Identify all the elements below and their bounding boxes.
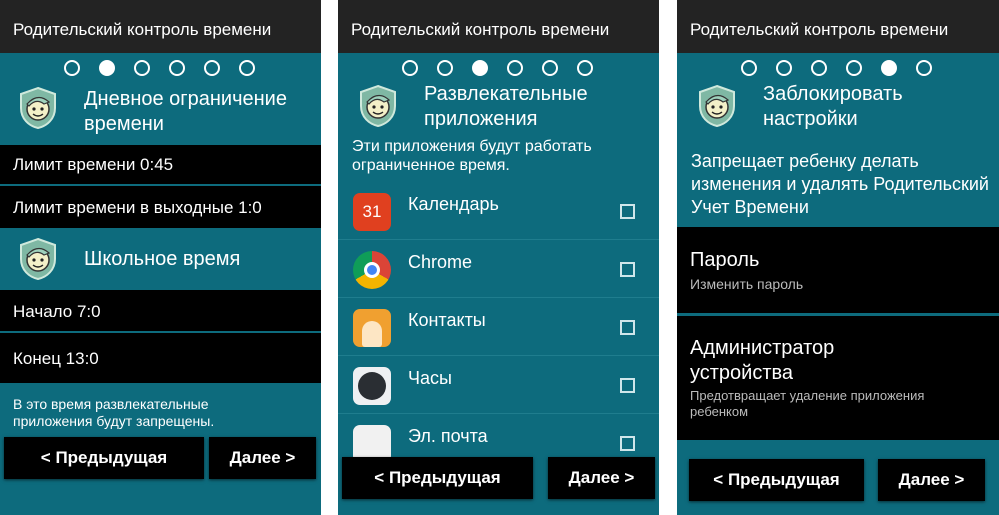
- end-time-row[interactable]: Конец 13:0: [0, 333, 321, 383]
- child-shield-icon: [18, 237, 58, 281]
- section-title: Развлекательные приложения: [424, 83, 588, 130]
- page-indicator: [402, 60, 593, 76]
- child-shield-icon: [18, 86, 58, 130]
- app-title: Родительский контроль времени: [677, 0, 999, 53]
- app-name: Эл. почта: [408, 426, 488, 446]
- app-title: Родительский контроль времени: [0, 0, 321, 53]
- prev-button[interactable]: < Предыдущая: [689, 459, 864, 501]
- password-item[interactable]: Пароль Изменить пароль: [677, 227, 999, 313]
- screen-lock-settings: Родительский контроль времени Заблокиров…: [677, 0, 999, 515]
- prev-button[interactable]: < Предыдущая: [342, 457, 533, 499]
- app-name: Контакты: [408, 310, 486, 330]
- app-name: Часы: [408, 368, 452, 388]
- item-title: Администратор устройства: [690, 337, 835, 384]
- next-button[interactable]: Далее >: [209, 437, 316, 479]
- item-subtitle: Предотвращает удаление приложения ребенк…: [690, 388, 925, 419]
- app-name: Календарь: [408, 194, 499, 214]
- device-admin-item[interactable]: Администратор устройства Предотвращает у…: [677, 316, 999, 440]
- next-button[interactable]: Далее >: [548, 457, 655, 499]
- page-indicator: [741, 60, 932, 76]
- app-item-clock[interactable]: Часы: [338, 356, 659, 414]
- app-item-chrome[interactable]: Chrome: [338, 240, 659, 298]
- checkbox[interactable]: [620, 204, 635, 219]
- section-title: Дневное ограничение времени: [84, 88, 287, 135]
- clock-icon: [353, 367, 391, 405]
- prev-button[interactable]: < Предыдущая: [4, 437, 204, 479]
- description: Запрещает ребенку делать изменения и уда…: [691, 151, 989, 217]
- child-shield-icon: [358, 84, 398, 128]
- app-name: Chrome: [408, 252, 473, 272]
- item-subtitle: Изменить пароль: [690, 276, 804, 292]
- page-indicator: [64, 60, 255, 76]
- app-item-calendar[interactable]: 31 Календарь: [338, 182, 659, 240]
- checkbox[interactable]: [620, 436, 635, 451]
- child-shield-icon: [697, 84, 737, 128]
- screen-daily-limit: Родительский контроль времени Дневное ог…: [0, 0, 321, 515]
- checkbox[interactable]: [620, 378, 635, 393]
- section-title: Школьное время: [84, 248, 241, 270]
- app-item-contacts[interactable]: Контакты: [338, 298, 659, 356]
- item-title: Пароль: [690, 249, 760, 271]
- section-title: Заблокировать настройки: [763, 83, 903, 130]
- checkbox[interactable]: [620, 262, 635, 277]
- contacts-icon: [353, 309, 391, 347]
- checkbox[interactable]: [620, 320, 635, 335]
- time-limit-row[interactable]: Лимит времени 0:45: [0, 145, 321, 184]
- note-text: В это время развлекательные приложения б…: [13, 396, 215, 429]
- screen-entertainment-apps: Родительский контроль времени Развлекате…: [338, 0, 659, 515]
- calendar-icon: 31: [353, 193, 391, 231]
- description: Эти приложения будут работать ограниченн…: [352, 138, 592, 174]
- next-button[interactable]: Далее >: [878, 459, 985, 501]
- weekend-limit-row[interactable]: Лимит времени в выходные 1:0: [0, 186, 321, 228]
- chrome-icon: [353, 251, 391, 289]
- app-title: Родительский контроль времени: [338, 0, 659, 53]
- start-time-row[interactable]: Начало 7:0: [0, 290, 321, 331]
